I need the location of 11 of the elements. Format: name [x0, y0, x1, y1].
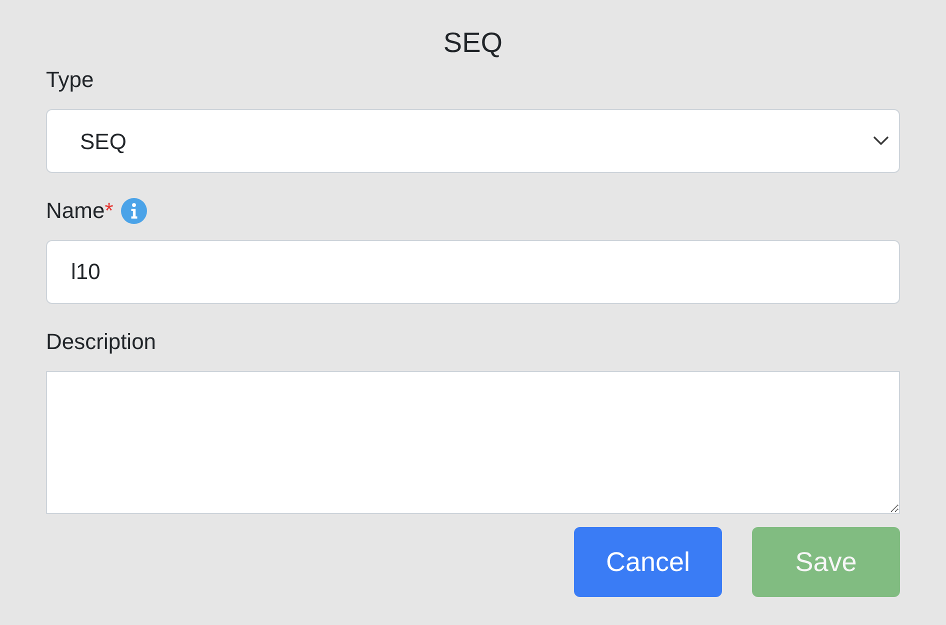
- chevron-down-icon: [873, 136, 889, 146]
- required-asterisk: *: [104, 197, 114, 225]
- field-label: Name: [46, 197, 105, 225]
- dialog-title: SEQ: [443, 26, 503, 60]
- name-field[interactable]: l10: [46, 240, 900, 304]
- description-field[interactable]: [46, 371, 900, 514]
- field-label: Type: [46, 66, 94, 94]
- cancel-button[interactable]: Cancel: [574, 527, 722, 597]
- field-label: Description: [46, 328, 156, 356]
- type-select[interactable]: SEQ: [46, 109, 900, 173]
- info-icon[interactable]: [121, 198, 148, 224]
